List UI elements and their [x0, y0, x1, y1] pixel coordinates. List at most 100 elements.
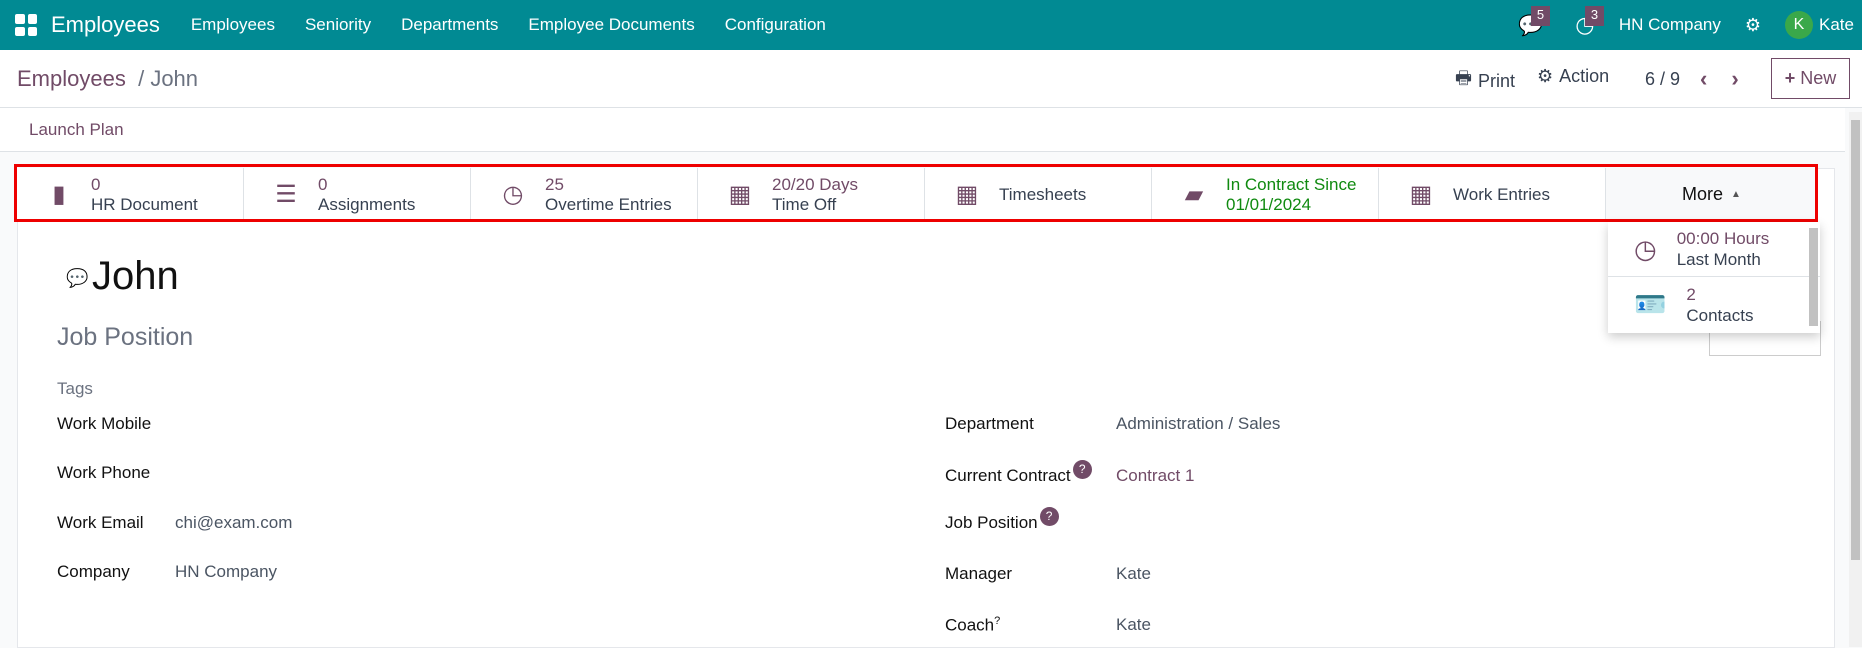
contract-button[interactable]: ▰ In Contract Since 01/01/2024	[1152, 168, 1379, 221]
help-icon[interactable]: ?	[1072, 460, 1092, 479]
caret-up-icon: ▲	[1731, 188, 1741, 200]
new-button[interactable]: + New	[1771, 58, 1850, 99]
menu-departments[interactable]: Departments	[401, 15, 498, 35]
plus-icon: +	[1784, 68, 1796, 88]
app-title[interactable]: Employees	[51, 12, 160, 38]
settings-gears-icon[interactable]: ⚙	[1745, 15, 1761, 36]
clock-icon: ◷	[1634, 233, 1657, 264]
button-value: 20/20 Days	[772, 174, 858, 194]
work-entries-button[interactable]: ▦ Work Entries	[1379, 168, 1606, 221]
pager-value[interactable]: 6 / 9	[1645, 69, 1680, 90]
item-value: 2	[1686, 284, 1696, 304]
smart-button-box: ▮ 0 HR Document ☰ 0 Assignments ◷ 25 Overtime …	[17, 168, 1817, 221]
breadcrumb-separator: /	[131, 66, 151, 91]
calendar-icon: ▦	[955, 181, 979, 208]
book-icon: ▰	[1184, 181, 1204, 208]
manager-field[interactable]: Kate	[1116, 564, 1151, 584]
button-label: Time Off	[772, 194, 837, 214]
button-label: Timesheets	[999, 184, 1087, 204]
label-text: Job Position	[945, 513, 1038, 532]
top-navbar: Employees Employees Seniority Department…	[0, 0, 1862, 50]
button-label: HR Document	[91, 194, 198, 214]
item-value: 00:00 Hours	[1676, 229, 1770, 248]
item-label: Contacts	[1686, 305, 1754, 325]
breadcrumb-current: John	[150, 66, 199, 91]
chat-icon[interactable]: 💬	[66, 268, 88, 289]
timesheets-button[interactable]: ▦ Timesheets	[925, 168, 1152, 221]
current-contract-field[interactable]: Contract 1	[1116, 466, 1194, 486]
control-panel: Employees / John 🖶 Print ⚙ Action 6 / 9 ‹ › …	[0, 50, 1862, 108]
manager-label: Manager	[945, 564, 1013, 583]
work-email-field[interactable]: chi@exam.com	[175, 513, 292, 533]
menu-seniority[interactable]: Seniority	[305, 15, 371, 35]
department-label: Department	[945, 414, 1034, 433]
messages-button[interactable]: 💬5	[1511, 0, 1551, 50]
coach-label: Coach?	[945, 615, 1000, 636]
label-text: Current Contract	[945, 466, 1071, 485]
last-month-hours-button[interactable]: ◷ 00:00 Hours Last Month	[1608, 222, 1820, 277]
pager: 6 / 9 ‹ ›	[1645, 66, 1739, 92]
job-position-input[interactable]: Job Position	[57, 323, 193, 352]
status-bar: Launch Plan	[0, 108, 1845, 152]
button-label: Overtime Entries	[545, 194, 672, 214]
button-label: Assignments	[318, 194, 416, 214]
apps-menu-icon[interactable]	[15, 14, 37, 36]
activities-badge: 3	[1584, 6, 1605, 26]
label-text: Coach	[945, 615, 995, 635]
menu-employee-documents[interactable]: Employee Documents	[528, 15, 694, 35]
item-label: Last Month	[1676, 250, 1761, 269]
work-mobile-label: Work Mobile	[57, 414, 152, 433]
breadcrumb: Employees / John	[17, 66, 198, 92]
print-label: Print	[1478, 70, 1516, 91]
next-icon[interactable]: ›	[1731, 66, 1738, 92]
tags-input[interactable]: Tags	[57, 379, 93, 399]
more-dropdown: ◷ 00:00 Hours Last Month 🪪 2 Contacts	[1608, 222, 1820, 333]
more-button[interactable]: More ▲	[1606, 168, 1817, 220]
current-contract-label: Current Contract?	[945, 460, 1092, 486]
button-label: Work Entries	[1453, 184, 1550, 204]
launch-plan-button[interactable]: Launch Plan	[29, 120, 124, 140]
time-off-button[interactable]: ▦ 20/20 Days Time Off	[698, 168, 925, 221]
activities-button[interactable]: ◷3	[1565, 0, 1605, 50]
breadcrumb-employees[interactable]: Employees	[17, 66, 126, 91]
dropdown-scrollbar[interactable]	[1809, 228, 1818, 326]
company-label: Company	[57, 562, 130, 581]
page-scrollbar[interactable]	[1849, 112, 1862, 647]
user-avatar[interactable]: K	[1785, 11, 1814, 39]
help-icon[interactable]: ?	[1039, 507, 1059, 526]
messages-badge: 5	[1530, 6, 1551, 26]
list-icon: ☰	[275, 181, 297, 208]
print-icon: 🖶	[1455, 68, 1472, 88]
company-switcher[interactable]: HN Company	[1619, 15, 1721, 35]
action-label: Action	[1559, 66, 1610, 86]
clock-icon: ◷	[502, 181, 524, 208]
button-label: 01/01/2024	[1226, 194, 1312, 214]
overtime-button[interactable]: ◷ 25 Overtime Entries	[471, 168, 698, 221]
menu-configuration[interactable]: Configuration	[725, 15, 826, 35]
more-label: More	[1682, 183, 1724, 204]
contacts-button[interactable]: 🪪 2 Contacts	[1608, 277, 1820, 332]
button-value: In Contract Since	[1226, 174, 1357, 194]
calendar-icon: ▦	[1409, 181, 1433, 208]
form-sheet	[17, 168, 1835, 648]
work-email-label: Work Email	[57, 513, 144, 532]
user-name[interactable]: Kate	[1819, 15, 1854, 35]
department-field[interactable]: Administration / Sales	[1116, 414, 1280, 434]
hr-document-button[interactable]: ▮ 0 HR Document	[17, 168, 244, 221]
file-icon: ▮	[52, 181, 66, 208]
work-phone-label: Work Phone	[57, 463, 151, 482]
id-card-icon: 🪪	[1634, 289, 1667, 319]
action-button[interactable]: ⚙ Action	[1537, 66, 1609, 87]
gear-icon: ⚙	[1537, 66, 1554, 86]
assignments-button[interactable]: ☰ 0 Assignments	[244, 168, 471, 221]
menu-employees[interactable]: Employees	[191, 15, 275, 35]
previous-icon[interactable]: ‹	[1700, 66, 1707, 92]
job-position-label: Job Position?	[945, 507, 1059, 533]
calendar-icon: ▦	[728, 181, 752, 208]
coach-field[interactable]: Kate	[1116, 615, 1151, 635]
employee-name[interactable]: John	[92, 254, 179, 299]
help-icon[interactable]: ?	[994, 615, 1000, 627]
button-value: 0	[318, 174, 328, 194]
company-field[interactable]: HN Company	[175, 562, 277, 582]
print-button[interactable]: 🖶 Print	[1455, 66, 1515, 96]
